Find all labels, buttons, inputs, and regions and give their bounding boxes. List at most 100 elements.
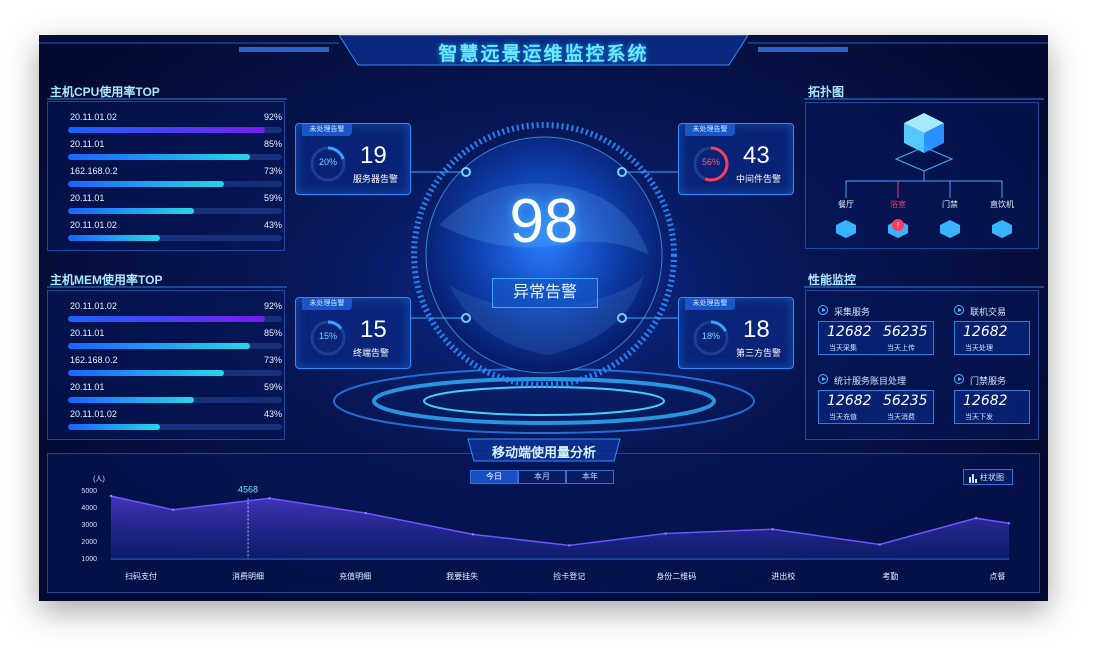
usage-bar-track <box>68 343 282 349</box>
cpu-row[interactable]: 20.11.01.02 43% <box>68 220 282 247</box>
mem-row[interactable]: 20.11.01 85% <box>68 328 282 355</box>
perf-value: 56235 <box>883 324 928 340</box>
play-icon <box>818 305 828 315</box>
alarm-label: 终端告警 <box>353 348 390 358</box>
highlight-value-label: 4568 <box>238 484 258 494</box>
usage-point <box>471 533 475 536</box>
y-tick-label: 1000 <box>81 556 97 563</box>
x-tick-label: 考勤 <box>882 571 898 581</box>
host-label: 162.168.0.2 <box>70 166 118 176</box>
host-label: 20.11.01 <box>70 328 105 338</box>
performance-panel: 采集服务 12682 当天采集 56235 当天上传 联机交易 12682 当天… <box>805 290 1039 440</box>
perf-value: 12682 <box>963 393 1008 409</box>
perf-card-online[interactable]: 12682 当天处理 <box>954 321 1030 355</box>
mem-row[interactable]: 162.168.0.2 73% <box>68 355 282 382</box>
usage-point <box>771 528 774 531</box>
host-label: 20.11.01.02 <box>70 409 117 419</box>
perf-card-title: 联机交易 <box>970 307 1007 317</box>
perf-card-stats[interactable]: 12682 当天充值 56235 当天消费 <box>818 390 934 424</box>
alarm-tag: 未处理告警 <box>302 298 352 310</box>
x-tick-label: 进出校 <box>771 571 795 581</box>
usage-value: 59% <box>263 382 282 392</box>
usage-bar-track <box>68 397 282 403</box>
mem-row[interactable]: 20.11.01.02 43% <box>68 409 282 436</box>
usage-point <box>878 543 881 546</box>
usage-area <box>111 496 1009 559</box>
perf-card-title: 采集服务 <box>834 307 871 317</box>
y-tick-label: 3000 <box>81 522 97 529</box>
perf-value: 12682 <box>827 393 872 409</box>
alarm-card-middleware[interactable]: 未处理告警 56% 43 中间件告警 <box>678 123 794 195</box>
alarm-percent: 15% <box>318 331 337 341</box>
alarm-card-thirdparty[interactable]: 未处理告警 18% 18 第三方告警 <box>678 297 794 369</box>
alarm-count: 43 <box>743 142 770 169</box>
alarm-count: 18 <box>743 316 770 343</box>
perf-card-access[interactable]: 12682 当天下发 <box>954 390 1030 424</box>
y-tick-label: 5000 <box>81 488 97 495</box>
usage-bar-fill <box>68 343 250 349</box>
usage-point <box>974 517 978 520</box>
usage-area-chart: (人) 1000 2000 3000 4000 5000 扫码支付 消费明细 充值明细 我要挂失 捡… <box>81 475 1011 581</box>
mem-row[interactable]: 20.11.01 59% <box>68 382 282 409</box>
alarm-card-terminal[interactable]: 未处理告警 15% 15 终端告警 <box>295 297 411 369</box>
usage-value: 92% <box>263 301 282 311</box>
x-tick-label: 扫码支付 <box>125 571 157 581</box>
topology-node-water[interactable]: 直饮机 <box>982 199 1022 210</box>
usage-bar-track <box>68 208 282 214</box>
usage-value: 43% <box>263 409 282 419</box>
usage-bar-track <box>68 316 282 322</box>
perf-card-collect[interactable]: 12682 当天采集 56235 当天上传 <box>818 321 934 355</box>
usage-value: 59% <box>263 193 282 203</box>
usage-value: 85% <box>263 139 282 149</box>
cpu-row[interactable]: 20.11.01 59% <box>68 193 282 220</box>
host-label: 20.11.01 <box>70 193 105 203</box>
alarm-tag: 未处理告警 <box>685 298 735 310</box>
host-label: 20.11.01.02 <box>70 301 117 311</box>
topology-node-bathroom[interactable]: 浴室 <box>878 199 918 210</box>
usage-bar-fill <box>68 397 195 403</box>
play-icon <box>818 374 828 384</box>
usage-bar-fill <box>68 235 161 241</box>
play-icon <box>954 305 964 315</box>
x-tick-label: 充值明细 <box>339 571 371 581</box>
usage-point <box>1007 522 1011 525</box>
topology-node-access[interactable]: 门禁 <box>930 199 970 210</box>
mem-row[interactable]: 20.11.01.02 92% <box>68 301 282 328</box>
alarm-tag: 未处理告警 <box>302 124 352 136</box>
alarm-count: 19 <box>360 142 387 169</box>
usage-bar-fill <box>68 154 250 160</box>
usage-bar-fill <box>68 424 161 430</box>
x-tick-label: 点餐 <box>989 572 1005 581</box>
x-tick-label: 消费明细 <box>232 571 264 581</box>
usage-bar-fill <box>68 316 265 322</box>
usage-point <box>664 532 667 535</box>
usage-bar-fill <box>68 127 265 133</box>
perf-value: 12682 <box>963 324 1008 340</box>
alarm-connectors <box>409 167 679 323</box>
cpu-panel: 20.11.01.02 92% 20.11.01 85% 162.168.0.2 73% 2… <box>47 101 285 251</box>
host-label: 20.11.01 <box>70 382 105 392</box>
alarm-card-server[interactable]: 未处理告警 20% 19 服务器告警 <box>295 123 411 195</box>
warning-icon: ! <box>892 219 904 231</box>
usage-bar-track <box>68 235 282 241</box>
host-label: 20.11.01.02 <box>70 112 117 122</box>
cpu-row[interactable]: 20.11.01.02 92% <box>68 112 282 139</box>
alarm-label: 中间件告警 <box>736 174 782 184</box>
server-icon <box>894 113 954 172</box>
usage-point <box>364 511 368 515</box>
x-tick-label: 身份二维码 <box>656 571 696 581</box>
y-axis-unit: (人) <box>93 475 105 483</box>
cpu-row[interactable]: 20.11.01 85% <box>68 139 282 166</box>
cpu-row[interactable]: 162.168.0.2 73% <box>68 166 282 193</box>
perf-label: 当天下发 <box>965 414 993 421</box>
host-label: 20.11.01.02 <box>70 220 117 230</box>
perf-card-title: 统计服务账目处理 <box>834 376 907 386</box>
usage-value: 85% <box>263 328 282 338</box>
usage-bar-track <box>68 424 282 430</box>
usage-value: 43% <box>263 220 282 230</box>
alarm-label: 第三方告警 <box>736 348 782 358</box>
usage-bar-track <box>68 370 282 376</box>
topology-node-canteen[interactable]: 餐厅 <box>826 199 866 210</box>
usage-bar-fill <box>68 370 225 376</box>
alarm-percent: 20% <box>318 157 337 167</box>
